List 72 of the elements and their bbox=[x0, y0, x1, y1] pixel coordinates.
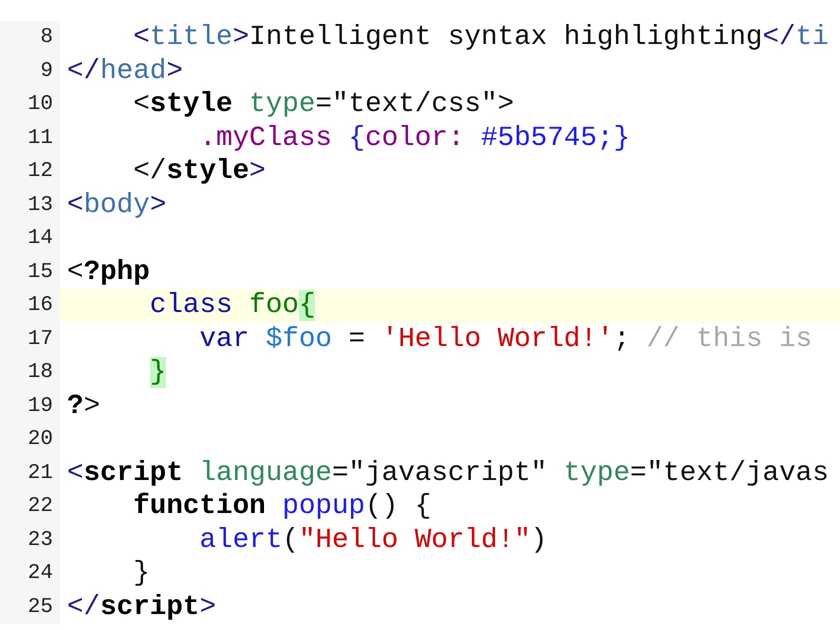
line-number: 17 bbox=[28, 326, 53, 352]
line-number: 8 bbox=[40, 25, 53, 51]
code-text: } bbox=[133, 558, 150, 589]
keyword: ? bbox=[67, 390, 84, 422]
keyword: function bbox=[133, 491, 267, 522]
code-text: </ bbox=[133, 156, 166, 187]
tag-name: ti bbox=[796, 22, 829, 53]
code-text: ( bbox=[282, 524, 299, 556]
code-text: < bbox=[133, 89, 150, 120]
code-text: Intelligent syntax highlighting bbox=[249, 22, 762, 53]
code-text: ; bbox=[613, 324, 632, 354]
string-literal: 'Hello World!' bbox=[382, 324, 614, 354]
attribute-name: type bbox=[564, 458, 630, 488]
line-number: 20 bbox=[28, 427, 53, 453]
line-number: 15 bbox=[28, 260, 53, 286]
tag-bracket: </ bbox=[67, 592, 100, 622]
line-number: 9 bbox=[40, 58, 53, 84]
class-name: foo bbox=[249, 290, 299, 321]
css-selector: color: bbox=[365, 122, 466, 154]
code-text: > bbox=[84, 390, 100, 422]
line-number: 14 bbox=[28, 226, 53, 252]
tag-bracket: </ bbox=[67, 56, 100, 86]
keyword: style bbox=[166, 156, 250, 187]
css-selector: .myClass bbox=[199, 122, 333, 154]
function-name: alert bbox=[199, 524, 282, 556]
tag-bracket: < bbox=[67, 190, 84, 220]
css-value: #5b5745;} bbox=[480, 122, 630, 154]
line-number: 11 bbox=[28, 126, 53, 152]
line-number: 13 bbox=[28, 192, 53, 218]
code-comment: // this is bbox=[646, 324, 812, 354]
attribute-name: language bbox=[199, 458, 332, 488]
keyword: var bbox=[199, 324, 250, 354]
line-number: 23 bbox=[28, 528, 53, 554]
code-text: ="javascript" bbox=[332, 458, 548, 488]
code-text: () { bbox=[365, 491, 432, 522]
line-number: 21 bbox=[28, 460, 53, 486]
code-text: ="text/javas bbox=[630, 458, 829, 488]
tag-name: body bbox=[84, 190, 150, 220]
tag-bracket: > bbox=[199, 592, 216, 622]
matched-brace: } bbox=[150, 357, 166, 388]
line-number: 12 bbox=[28, 159, 53, 185]
tag-bracket: < bbox=[133, 22, 150, 53]
keyword: script bbox=[100, 592, 200, 622]
line-number: 25 bbox=[28, 594, 53, 620]
line-number: 24 bbox=[28, 561, 53, 587]
tag-bracket: < bbox=[67, 458, 84, 488]
matched-brace: { bbox=[298, 290, 316, 321]
css-brace: { bbox=[348, 122, 366, 154]
tag-bracket: > bbox=[166, 56, 183, 86]
code-text: ="text/css"> bbox=[315, 89, 514, 120]
keyword: class bbox=[150, 290, 234, 321]
variable-name: $foo bbox=[266, 324, 332, 354]
tag-name: title bbox=[150, 22, 233, 53]
tag-bracket: </ bbox=[762, 22, 796, 53]
code-text: ) bbox=[530, 524, 548, 556]
line-number: 10 bbox=[28, 92, 53, 118]
function-name: popup bbox=[282, 491, 366, 522]
keyword: script bbox=[84, 458, 184, 488]
line-number: 22 bbox=[28, 494, 53, 520]
keyword: ?php bbox=[84, 256, 150, 288]
attribute-name: type bbox=[249, 89, 316, 120]
code-text: = bbox=[348, 324, 366, 354]
line-number: 16 bbox=[28, 293, 53, 319]
line-number: 18 bbox=[28, 360, 53, 386]
tag-bracket: > bbox=[232, 22, 250, 53]
tag-bracket: > bbox=[150, 190, 166, 220]
tag-bracket: > bbox=[249, 156, 266, 187]
line-number: 19 bbox=[28, 394, 53, 420]
keyword: style bbox=[150, 89, 234, 120]
string-literal: "Hello World!" bbox=[298, 524, 531, 556]
code-text: < bbox=[67, 256, 84, 288]
tag-name: head bbox=[100, 56, 166, 86]
